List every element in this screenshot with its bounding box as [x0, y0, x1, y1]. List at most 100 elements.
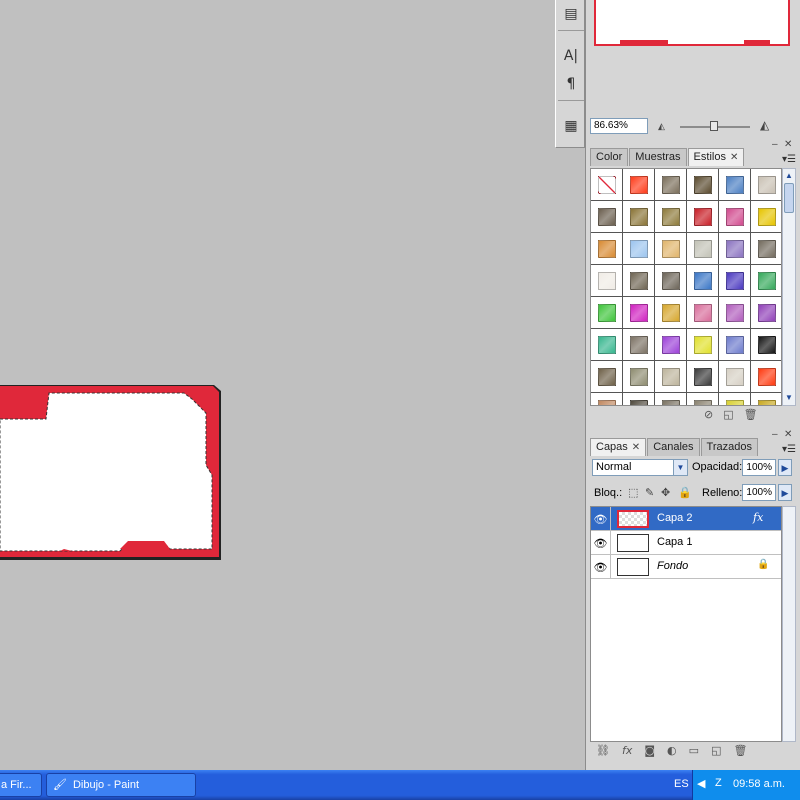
style-swatch[interactable]: [751, 265, 781, 297]
document-canvas[interactable]: [0, 0, 583, 770]
style-swatch[interactable]: [655, 329, 687, 361]
style-swatch[interactable]: [687, 233, 719, 265]
style-swatch[interactable]: [655, 393, 687, 405]
blend-mode-select[interactable]: Normal ▼: [592, 459, 688, 476]
style-swatch[interactable]: [751, 233, 781, 265]
navigator-preview[interactable]: [594, 0, 790, 46]
panel-menu-icon[interactable]: ▾☰: [782, 444, 796, 455]
zoom-slider-thumb[interactable]: [710, 121, 718, 131]
style-swatch[interactable]: [655, 233, 687, 265]
opacity-field[interactable]: 100%: [742, 459, 776, 476]
new-style-icon[interactable]: ◱: [723, 408, 733, 424]
layers-scrollbar[interactable]: [782, 506, 796, 742]
show-hidden-icons-icon[interactable]: ◀: [697, 777, 705, 790]
style-swatch[interactable]: [591, 201, 623, 233]
minimize-icon[interactable]: –: [772, 139, 778, 150]
styles-scrollbar[interactable]: ▲ ▼: [782, 168, 796, 406]
close-tab-icon[interactable]: ✕: [632, 442, 640, 453]
tool-presets-icon[interactable]: ▤: [560, 4, 582, 24]
zoom-out-icon[interactable]: ◭: [658, 121, 665, 132]
info-panel-icon[interactable]: ▦: [560, 116, 582, 136]
lock-paint-icon[interactable]: ✎: [645, 486, 654, 499]
close-icon[interactable]: ✕: [784, 429, 792, 440]
taskbar-item-paint[interactable]: 🖌 Dibujo - Paint: [46, 773, 196, 797]
style-swatch[interactable]: [719, 233, 751, 265]
zoom-field[interactable]: 86.63%: [590, 118, 648, 134]
style-swatch[interactable]: [591, 265, 623, 297]
style-swatch[interactable]: [591, 233, 623, 265]
new-group-icon[interactable]: ▭: [689, 744, 699, 760]
adjustment-layer-icon[interactable]: ◐: [667, 744, 677, 760]
style-swatch[interactable]: [623, 265, 655, 297]
style-swatch[interactable]: [591, 393, 623, 405]
style-swatch[interactable]: [751, 169, 781, 201]
style-swatch[interactable]: [655, 265, 687, 297]
delete-style-icon[interactable]: 🗑: [744, 408, 758, 424]
style-swatch[interactable]: [655, 297, 687, 329]
style-swatch[interactable]: [623, 393, 655, 405]
style-swatch[interactable]: [719, 361, 751, 393]
style-swatch[interactable]: [655, 169, 687, 201]
clock[interactable]: 09:58 a.m.: [733, 778, 785, 790]
style-swatch[interactable]: [751, 361, 781, 393]
link-layers-icon[interactable]: ⛓: [596, 744, 610, 760]
style-swatch[interactable]: [687, 265, 719, 297]
paragraph-icon[interactable]: ¶: [560, 74, 582, 94]
style-swatch[interactable]: [751, 201, 781, 233]
style-swatch[interactable]: [719, 169, 751, 201]
tab-estilos[interactable]: Estilos ✕: [687, 148, 745, 166]
style-swatch[interactable]: [623, 201, 655, 233]
style-swatch[interactable]: [687, 329, 719, 361]
zonealarm-icon[interactable]: Z: [715, 777, 722, 789]
lock-all-icon[interactable]: 🔒: [678, 486, 692, 499]
style-swatch[interactable]: [623, 233, 655, 265]
tab-color[interactable]: Color: [590, 148, 629, 166]
delete-layer-icon[interactable]: 🗑: [733, 744, 747, 760]
minimize-icon[interactable]: –: [772, 429, 778, 440]
language-indicator[interactable]: ES: [674, 778, 689, 790]
visibility-eye-icon[interactable]: 👁: [591, 507, 611, 531]
fill-arrow-icon[interactable]: ▶: [778, 484, 792, 501]
style-swatch[interactable]: [591, 361, 623, 393]
lock-transparency-icon[interactable]: ⬚: [628, 486, 638, 499]
tab-canales[interactable]: Canales: [647, 438, 700, 456]
style-swatch[interactable]: [719, 393, 751, 405]
fx-icon[interactable]: fx: [753, 511, 763, 524]
style-swatch[interactable]: [719, 297, 751, 329]
visibility-eye-icon[interactable]: 👁: [591, 531, 611, 555]
add-style-icon[interactable]: fx: [622, 744, 632, 760]
style-swatch[interactable]: [655, 201, 687, 233]
scroll-thumb[interactable]: [784, 183, 794, 213]
panel-menu-icon[interactable]: ▾☰: [782, 154, 796, 165]
style-swatch[interactable]: [623, 297, 655, 329]
clear-style-icon[interactable]: ⊘: [704, 408, 713, 424]
character-icon[interactable]: A|: [560, 46, 582, 66]
fill-field[interactable]: 100%: [742, 484, 776, 501]
style-swatch[interactable]: [751, 393, 781, 405]
style-swatch[interactable]: [687, 361, 719, 393]
close-tab-icon[interactable]: ✕: [730, 152, 738, 163]
lock-position-icon[interactable]: ✥: [661, 486, 670, 499]
add-mask-icon[interactable]: ◙: [644, 744, 655, 760]
layer-row-capa-1[interactable]: 👁 Capa 1: [591, 531, 781, 555]
new-layer-icon[interactable]: ◱: [711, 744, 721, 760]
taskbar-item[interactable]: a Fir...: [0, 773, 42, 797]
style-swatch[interactable]: [687, 297, 719, 329]
scroll-up-icon[interactable]: ▲: [784, 170, 794, 182]
zoom-in-icon[interactable]: ◭: [760, 118, 769, 132]
tab-trazados[interactable]: Trazados: [700, 438, 758, 456]
document-image[interactable]: [0, 385, 222, 561]
close-icon[interactable]: ✕: [784, 139, 792, 150]
tab-muestras[interactable]: Muestras: [629, 148, 687, 166]
style-swatch[interactable]: [623, 329, 655, 361]
layer-row-capa-2[interactable]: 👁 Capa 2 fx: [591, 507, 781, 531]
style-swatch[interactable]: [719, 329, 751, 361]
style-swatch[interactable]: [751, 329, 781, 361]
tab-capas[interactable]: Capas ✕: [590, 438, 647, 456]
style-swatch[interactable]: [751, 297, 781, 329]
style-swatch[interactable]: [623, 169, 655, 201]
style-swatch[interactable]: [719, 265, 751, 297]
style-swatch[interactable]: [591, 329, 623, 361]
style-swatch[interactable]: [591, 169, 623, 201]
layer-row-fondo[interactable]: 👁 Fondo 🔒: [591, 555, 781, 579]
